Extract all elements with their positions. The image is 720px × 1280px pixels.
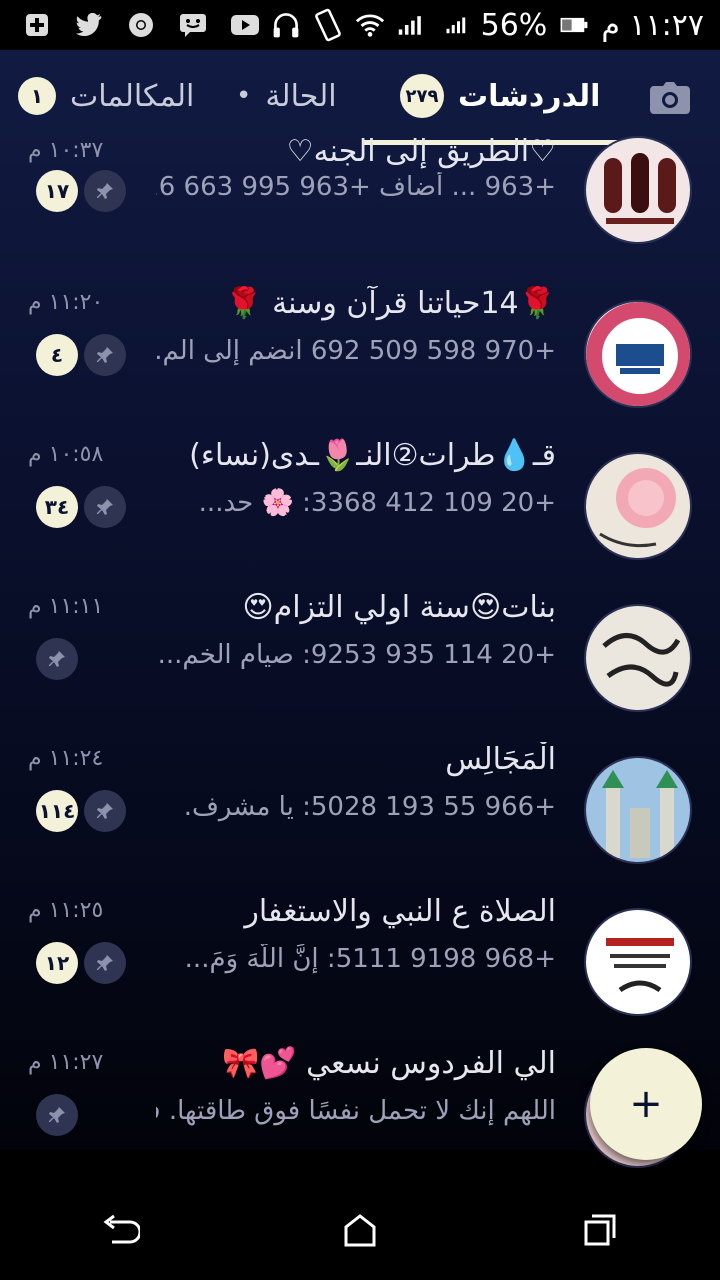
avatar [584,908,692,1016]
signal-icon [397,12,427,38]
home-button[interactable] [330,1200,390,1260]
chat-row[interactable]: الصلاة ع النبي والاستغفار ١١:٢٥ م +968 9… [0,894,720,1046]
unread-badge: ٣٤ [36,486,78,528]
chat-row[interactable]: 🌹14حياتنا قرآن وسنة 🌹 ١١:٢٠ م +970 598 5… [0,286,720,438]
plus-icon: + [629,1081,663,1127]
recents-button[interactable] [570,1200,630,1260]
calls-badge: ١ [18,77,56,115]
tab-calls[interactable]: ١ المكالمات [18,50,194,142]
camera-icon[interactable] [650,82,690,114]
chat-time: ١١:١١ م [28,594,104,619]
chat-row[interactable]: ♡الطريق إلى الجنه♡ ١٠:٣٧ م +963 ... أضاف… [0,134,720,286]
unread-badge: ١١٤ [36,790,78,832]
chat-preview: +20 114 935 9253: صيام الخم... [157,640,556,670]
pin-icon [84,486,126,528]
chat-preview: +968 9198 5111: إِنَّ اللَّهَ وَمَ... [184,944,556,974]
vibrate-icon [313,8,343,42]
chats-badge: ٢٧٩ [400,74,444,118]
chat-preview: +20 109 412 3368: 🌸 حد... [198,488,556,518]
chat-title: بنات😍سنة اولي التزام😍 [242,590,556,625]
avatar [584,756,692,864]
chat-time: ١١:٢٥ م [28,898,104,923]
system-nav-bar [0,1180,720,1280]
unread-badge: ١٧ [36,170,78,212]
chat-list: ♡الطريق إلى الجنه♡ ١٠:٣٧ م +963 ... أضاف… [0,134,720,1198]
back-button[interactable] [90,1200,150,1260]
twitter-icon [74,12,104,38]
chat-title: الْمَجَالِس [445,742,556,777]
chat-title: الي الفردوس نسعي 💕🎀 [221,1046,556,1081]
avatar [584,300,692,408]
tab-status[interactable]: • الحالة [236,50,337,142]
battery-icon [559,12,589,38]
chat-preview: اللهم إنك لا تحمل نفسًا فوق طاقتها. فلا.… [156,1096,556,1126]
chat-preview: +970 598 509 692 انضم إلى الم... [156,336,556,366]
unread-badge: ٤ [36,334,78,376]
chat-title: 🌹14حياتنا قرآن وسنة 🌹 [225,286,556,321]
tab-chats-label: الدردشات [458,78,601,114]
pin-icon [84,170,126,212]
status-bar: 56% ١١:٢٧ م [0,0,720,50]
chat-preview: +966 55 193 5028: يا مشرف. [183,792,556,822]
chat-time: ١٠:٥٨ م [28,442,104,467]
chat-time: ١١:٢٠ م [28,290,104,315]
pin-icon [84,942,126,984]
avatar [584,136,692,244]
whatsapp-app: ١ المكالمات • الحالة ٢٧٩ الدردشات ♡الطري… [0,50,720,1168]
add-icon [22,12,52,38]
youtube-icon [230,12,260,38]
tab-chats[interactable]: ٢٧٩ الدردشات [400,50,600,142]
unread-badge: ١٢ [36,942,78,984]
chat-row[interactable]: بنات😍سنة اولي التزام😍 ١١:١١ م +20 114 93… [0,590,720,742]
chat-title: الصلاة ع النبي والاستغفار [244,894,556,929]
new-chat-button[interactable]: + [590,1048,702,1160]
tab-status-label: الحالة [265,78,337,114]
chat-preview: +963 ... أضاف +963 995 663 116 [156,172,556,202]
avatar [584,452,692,560]
status-dot: • [236,81,252,111]
chat-time: ١١:٢٤ م [28,746,104,771]
chat-row[interactable]: الْمَجَالِس ١١:٢٤ م +966 55 193 5028: يا… [0,742,720,894]
signal-2-icon [439,12,469,38]
chat-time: ١٠:٣٧ م [28,138,104,163]
tab-calls-label: المكالمات [70,78,195,114]
chrome-icon [126,12,156,38]
chat-row[interactable]: قـ💧طرات②النـ🌷ـدى(نساء) ١٠:٥٨ م +20 109 4… [0,438,720,590]
chat-title: ♡الطريق إلى الجنه♡ [286,134,556,169]
pin-icon [36,638,78,680]
headphones-icon [271,12,301,38]
chat-title: قـ💧طرات②النـ🌷ـدى(نساء) [189,438,556,473]
pin-icon [36,1094,78,1136]
wifi-icon [355,12,385,38]
messaging-icon [178,12,208,38]
clock: ١١:٢٧ م [601,7,704,43]
pin-icon [84,790,126,832]
avatar [584,604,692,712]
chat-time: ١١:٢٧ م [28,1050,104,1075]
tab-bar: ١ المكالمات • الحالة ٢٧٩ الدردشات [0,50,720,146]
pin-icon [84,334,126,376]
battery-percent: 56% [480,7,548,43]
